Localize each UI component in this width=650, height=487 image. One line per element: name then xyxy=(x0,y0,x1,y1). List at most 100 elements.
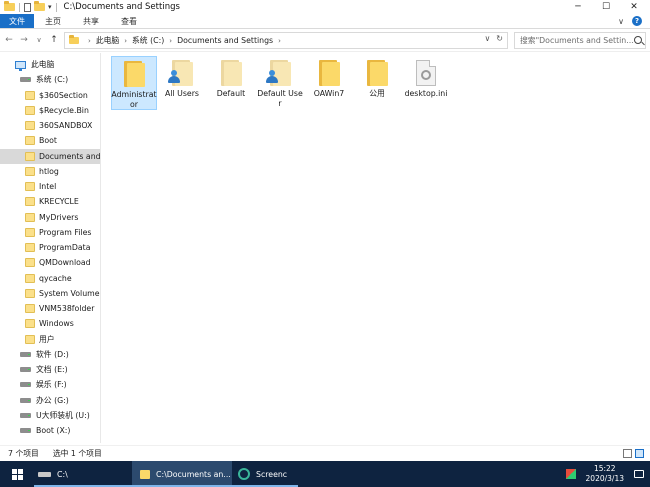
taskbar-item-drive-c[interactable]: C:\ xyxy=(34,461,132,487)
file-item-label: desktop.ini xyxy=(404,89,448,98)
nav-item-folder[interactable]: htlog xyxy=(0,164,100,179)
nav-item-folder[interactable]: Boot xyxy=(0,133,100,148)
settings-file-icon xyxy=(416,60,436,86)
file-item-label: All Users xyxy=(165,89,199,98)
chevron-right-icon[interactable]: › xyxy=(124,37,127,45)
folder-icon xyxy=(25,274,35,283)
refresh-icon[interactable]: ↻ xyxy=(496,34,503,43)
nav-item-folder[interactable]: VNM538folder xyxy=(0,301,100,316)
nav-item-drive[interactable]: U大师装机 (U:) xyxy=(0,408,100,423)
tab-share[interactable]: 共享 xyxy=(72,14,110,28)
folder-icon xyxy=(123,61,145,87)
up-button[interactable]: ↑ xyxy=(48,35,60,45)
nav-item-folder[interactable]: ProgramData xyxy=(0,240,100,255)
nav-item-folder[interactable]: $Recycle.Bin xyxy=(0,103,100,118)
recent-locations-button[interactable]: ∨ xyxy=(33,36,45,44)
breadcrumb-system-c[interactable]: 系统 (C:) xyxy=(132,35,164,46)
expand-ribbon-icon[interactable]: ∨ xyxy=(618,17,624,26)
nav-item-drive[interactable]: 娱乐 (F:) xyxy=(0,377,100,392)
nav-item-folder[interactable]: Windows xyxy=(0,316,100,331)
nav-item-drive[interactable]: 办公 (G:) xyxy=(0,393,100,408)
nav-item-label: U大师装机 (U:) xyxy=(36,411,90,420)
nav-item-documents-and-settings[interactable]: Documents and xyxy=(0,149,100,164)
start-button[interactable] xyxy=(0,461,34,487)
nav-item-drive-c[interactable]: 系统 (C:) xyxy=(0,72,100,87)
file-item-administrator[interactable]: Administrator xyxy=(111,56,157,110)
nav-item-drive[interactable]: 文档 (E:) xyxy=(0,362,100,377)
tab-file[interactable]: 文件 xyxy=(0,14,34,28)
chevron-right-icon[interactable]: › xyxy=(278,37,281,45)
folder-icon xyxy=(25,319,35,328)
folder-icon xyxy=(25,304,35,313)
maximize-button[interactable]: ☐ xyxy=(592,0,620,14)
nav-item-label: 软件 (D:) xyxy=(36,350,69,359)
nav-item-this-pc[interactable]: 此电脑 xyxy=(0,57,100,72)
nav-item-folder[interactable]: MyDrivers xyxy=(0,210,100,225)
nav-item-folder[interactable]: qycache xyxy=(0,271,100,286)
file-item-public[interactable]: 公用 xyxy=(354,56,400,110)
explorer-window: ▾ C:\Documents and Settings ─ ☐ ✕ 文件 主页 … xyxy=(0,0,650,461)
close-button[interactable]: ✕ xyxy=(620,0,648,14)
tab-home[interactable]: 主页 xyxy=(34,14,72,28)
breadcrumb-this-pc[interactable]: 此电脑 xyxy=(96,35,119,46)
customize-qat-icon[interactable]: ▾ xyxy=(48,3,52,11)
nav-item-folder[interactable]: Program Files xyxy=(0,225,100,240)
nav-item-label: $360Section xyxy=(39,91,88,100)
address-bar[interactable]: › 此电脑 › 系统 (C:) › Documents and Settings… xyxy=(64,32,508,49)
nav-item-folder[interactable]: KRECYCLE xyxy=(0,194,100,209)
nav-item-folder[interactable]: Intel xyxy=(0,179,100,194)
minimize-button[interactable]: ─ xyxy=(564,0,592,14)
nav-item-drive[interactable]: Boot (X:) xyxy=(0,423,100,438)
file-item-label: Default User xyxy=(257,89,303,108)
back-button[interactable]: ← xyxy=(3,35,15,45)
view-switcher xyxy=(623,449,644,458)
nav-item-folder[interactable]: QMDownload xyxy=(0,255,100,270)
nav-item-folder[interactable]: $360Section xyxy=(0,88,100,103)
taskbar-item-label: C:\Documents an... xyxy=(156,469,231,479)
nav-item-label: QMDownload xyxy=(39,258,91,267)
folder-icon xyxy=(25,91,35,100)
user-folder-icon xyxy=(168,60,193,86)
file-item-default[interactable]: Default xyxy=(208,56,254,110)
drive-icon xyxy=(38,471,51,477)
forward-button[interactable]: → xyxy=(18,35,30,45)
nav-item-folder[interactable]: 360SANDBOX xyxy=(0,118,100,133)
taskbar-item-explorer[interactable]: C:\Documents an... xyxy=(132,461,232,487)
folder-icon xyxy=(25,197,35,206)
nav-item-drive[interactable]: 软件 (D:) xyxy=(0,347,100,362)
file-item-oawin7[interactable]: OAWin7 xyxy=(306,56,352,110)
properties-icon[interactable] xyxy=(24,2,31,12)
chevron-right-icon[interactable]: › xyxy=(169,37,172,45)
nav-item-label: KRECYCLE xyxy=(39,197,79,206)
new-folder-icon[interactable] xyxy=(34,1,45,11)
search-icon[interactable] xyxy=(634,36,642,44)
address-dropdown-icon[interactable]: ∨ xyxy=(484,34,490,43)
nav-item-folder[interactable]: 用户 xyxy=(0,332,100,347)
search-input[interactable]: 搜索"Documents and Settin... xyxy=(514,32,646,49)
help-icon[interactable]: ? xyxy=(632,16,642,26)
divider xyxy=(55,2,57,12)
tab-view[interactable]: 查看 xyxy=(110,14,148,28)
file-item-desktop-ini[interactable]: desktop.ini xyxy=(403,56,449,110)
nav-item-label: 此电脑 xyxy=(31,60,55,69)
nav-item-folder[interactable]: System Volume I xyxy=(0,286,100,301)
item-count: 7 个项目 xyxy=(8,449,39,458)
large-icons-view-icon[interactable] xyxy=(635,449,644,458)
breadcrumb-documents-and-settings[interactable]: Documents and Settings xyxy=(177,36,273,45)
chevron-right-icon: › xyxy=(88,36,91,45)
drive-icon xyxy=(20,382,31,387)
file-item-all-users[interactable]: All Users xyxy=(159,56,205,110)
ribbon-controls: ∨ ? xyxy=(618,14,650,28)
clock[interactable]: 15:22 2020/3/13 xyxy=(586,464,624,484)
drive-icon xyxy=(20,352,31,357)
details-view-icon[interactable] xyxy=(623,449,632,458)
folder-icon xyxy=(25,167,35,176)
notification-icon[interactable] xyxy=(634,470,644,478)
tray-app-icon[interactable] xyxy=(565,469,576,479)
file-item-default-user[interactable]: Default User xyxy=(257,56,303,110)
nav-item-label: 360SANDBOX xyxy=(39,121,93,130)
nav-item-label: 娱乐 (F:) xyxy=(36,380,67,389)
file-list: Administrator All Users Default Default … xyxy=(102,53,650,443)
taskbar-item-screenc[interactable]: Screenc xyxy=(232,461,298,487)
nav-item-label: 办公 (G:) xyxy=(36,396,69,405)
